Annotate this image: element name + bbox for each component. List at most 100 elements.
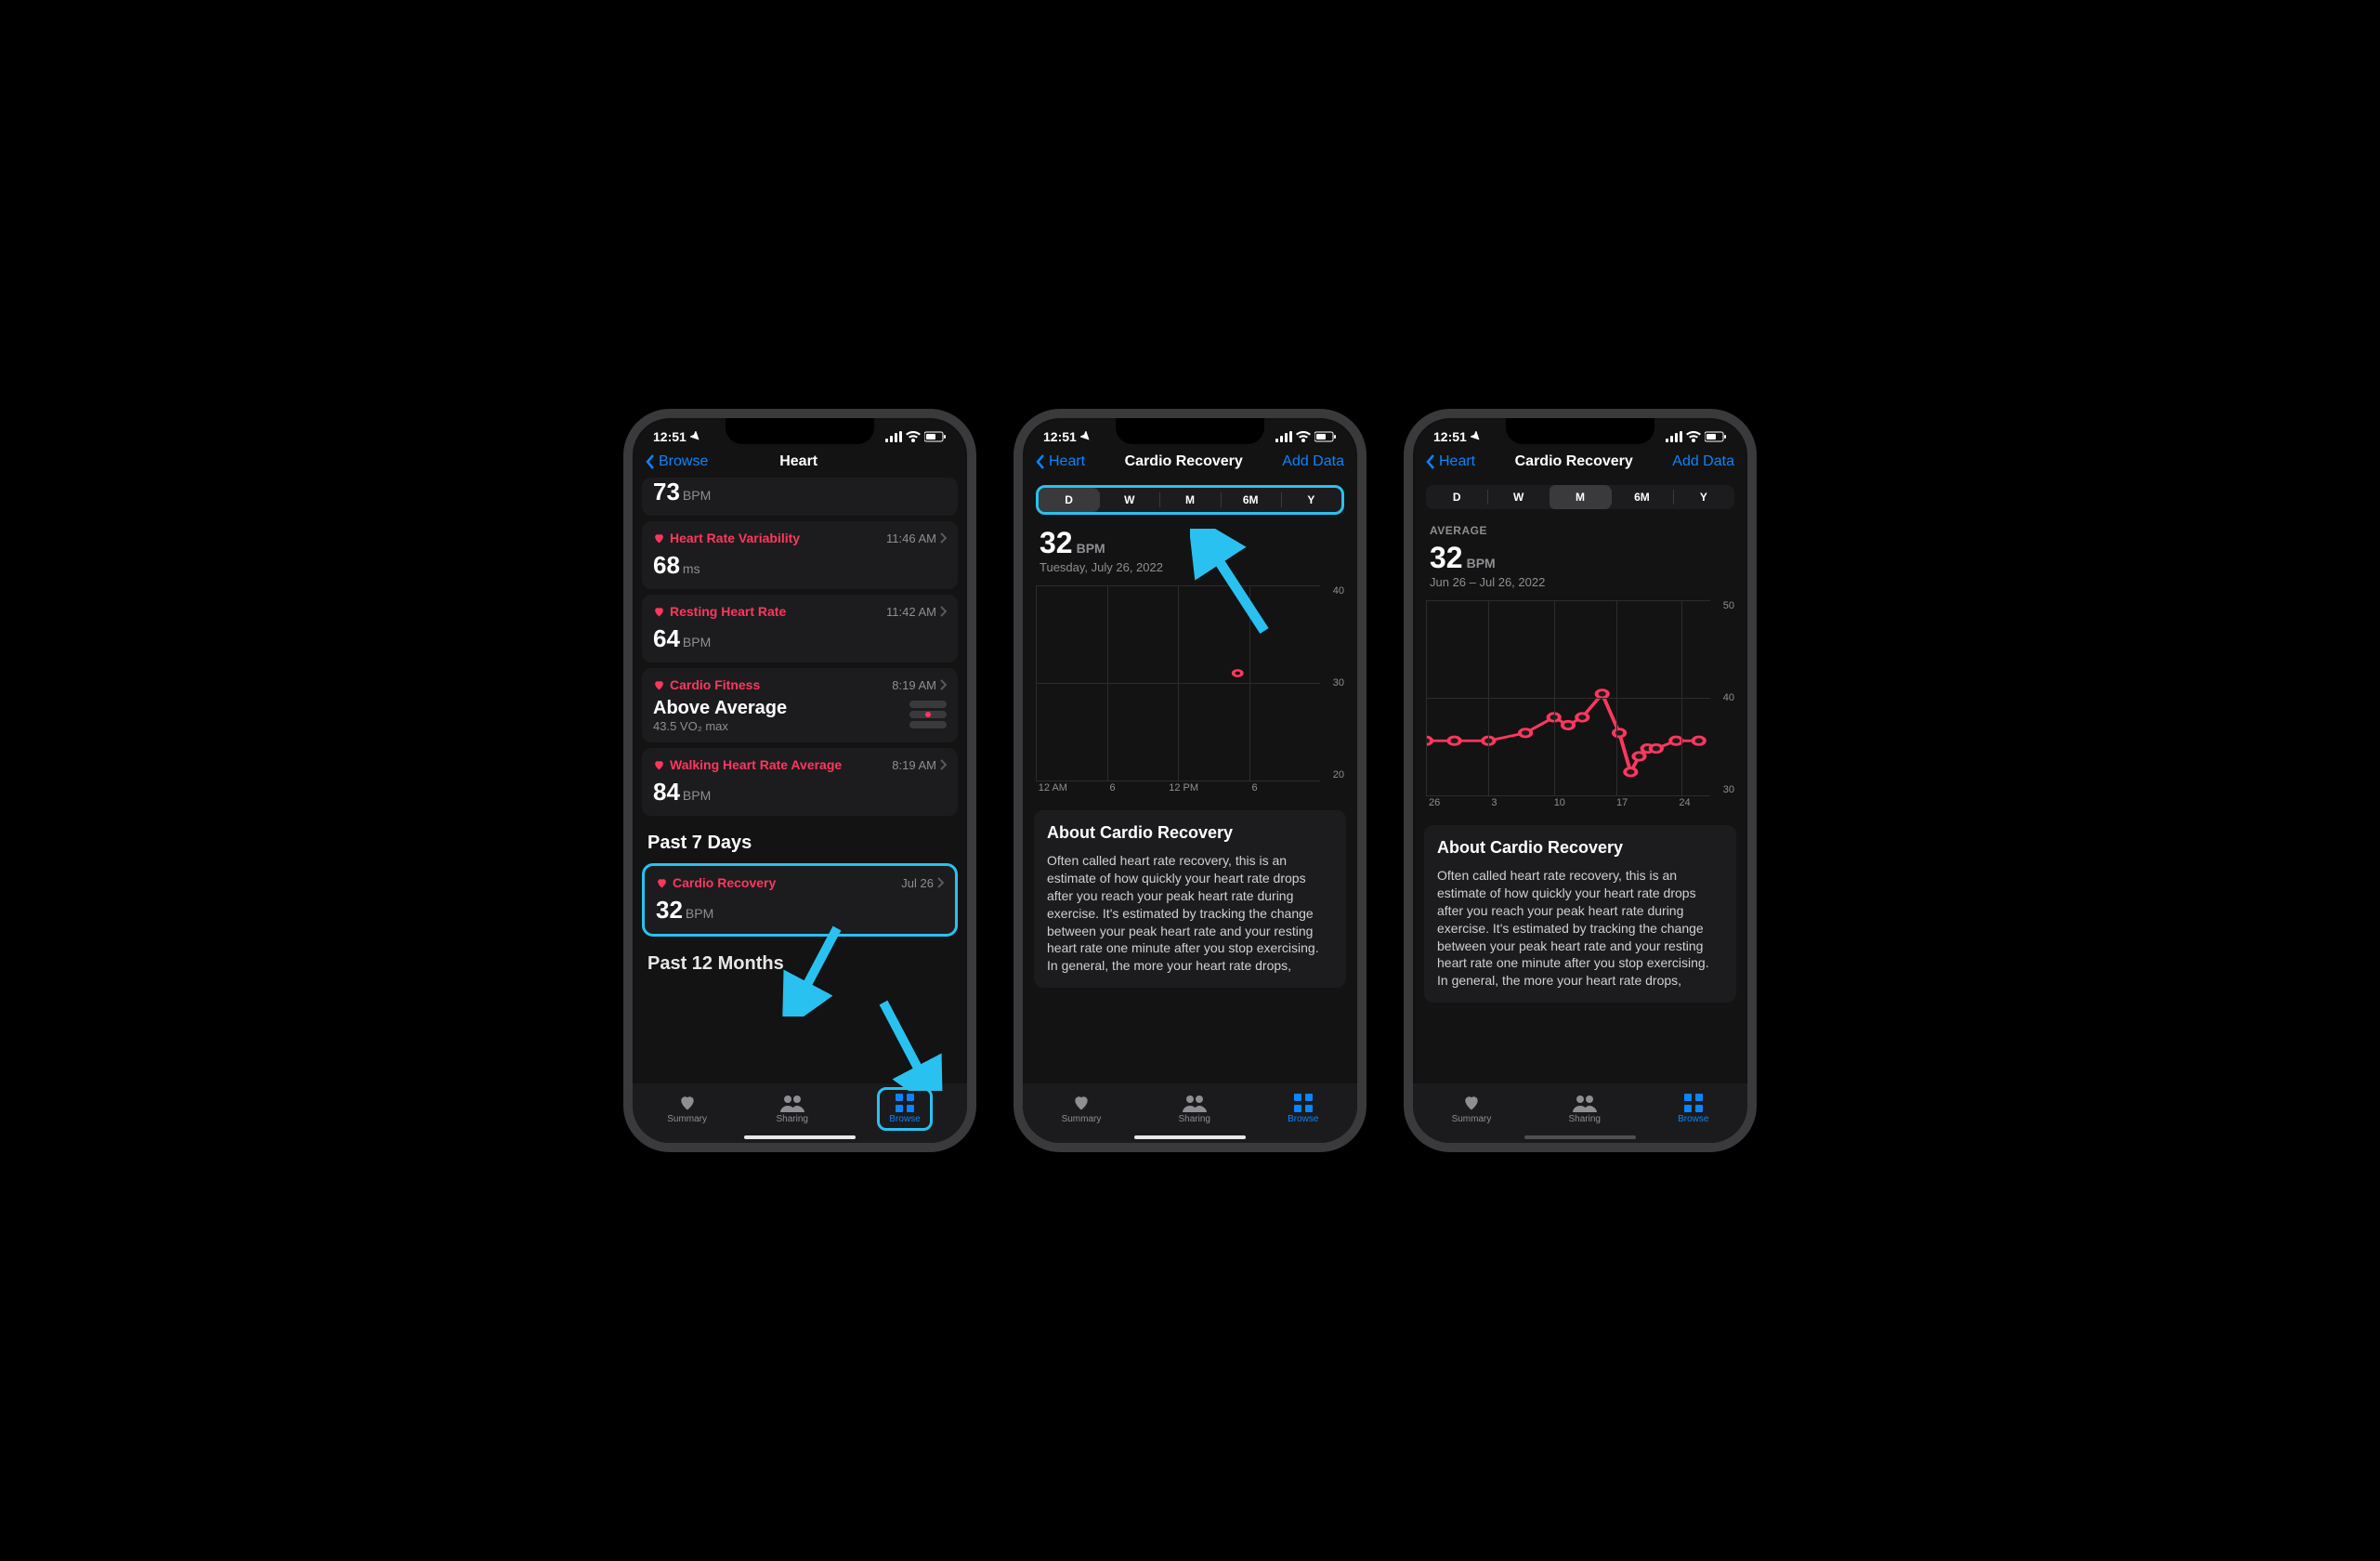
tab-summary[interactable]: Summary bbox=[667, 1094, 707, 1124]
tab-bar: Summary Sharing Browse bbox=[1023, 1083, 1357, 1143]
date-range: Jun 26 – Jul 26, 2022 bbox=[1419, 575, 1742, 597]
tab-bar: Summary Sharing Browse bbox=[633, 1083, 967, 1143]
about-card: About Cardio Recovery Often called heart… bbox=[1424, 825, 1736, 1003]
heart-icon bbox=[653, 606, 665, 618]
tab-bar: Summary Sharing Browse bbox=[1413, 1083, 1747, 1143]
tab-browse[interactable]: Browse bbox=[1678, 1094, 1708, 1124]
annotation-arrow-card bbox=[781, 924, 846, 1017]
segment-month[interactable]: M bbox=[1550, 485, 1611, 509]
page-title: Cardio Recovery bbox=[1125, 453, 1243, 470]
back-button[interactable]: Browse bbox=[646, 453, 708, 470]
grid-icon bbox=[1294, 1094, 1313, 1112]
notch bbox=[726, 418, 874, 444]
phone-cardio-recovery-day: 12:51 Heart Cardio Recovery Add Data D W… bbox=[1013, 409, 1367, 1152]
resting-hr-card[interactable]: Resting Heart Rate 11:42 AM 64BPM bbox=[642, 595, 958, 662]
cardio-fitness-card[interactable]: Cardio Fitness 8:19 AM Above Average 43.… bbox=[642, 668, 958, 742]
page-title: Cardio Recovery bbox=[1515, 453, 1633, 470]
time-range-segment: D W M 6M Y bbox=[1426, 485, 1734, 509]
chevron-right-icon bbox=[940, 532, 947, 544]
tab-summary[interactable]: Summary bbox=[1452, 1094, 1492, 1124]
back-label: Browse bbox=[659, 453, 708, 470]
segment-week[interactable]: W bbox=[1099, 488, 1159, 512]
tab-sharing[interactable]: Sharing bbox=[776, 1094, 807, 1124]
chevron-right-icon bbox=[940, 606, 947, 617]
segment-week[interactable]: W bbox=[1487, 485, 1549, 509]
add-data-button[interactable]: Add Data bbox=[1672, 453, 1734, 470]
segment-6month[interactable]: 6M bbox=[1221, 488, 1281, 512]
about-text: Often called heart rate recovery, this i… bbox=[1437, 867, 1723, 990]
back-button[interactable]: Heart bbox=[1036, 453, 1085, 470]
annotation-arrow-tab bbox=[874, 998, 948, 1091]
y-axis: 504030 bbox=[1712, 600, 1734, 795]
time-range-segment: D W M 6M Y bbox=[1036, 485, 1344, 515]
content-scroll[interactable]: D W M 6M Y AVERAGE 32BPM Jun 26 – Jul 26… bbox=[1413, 478, 1747, 1091]
about-title: About Cardio Recovery bbox=[1047, 823, 1333, 843]
signal-icon bbox=[1275, 431, 1292, 442]
tab-sharing[interactable]: Sharing bbox=[1178, 1094, 1210, 1124]
nav-bar: Heart Cardio Recovery Add Data bbox=[1413, 444, 1747, 478]
wifi-icon bbox=[1296, 431, 1311, 442]
segment-year[interactable]: Y bbox=[1673, 485, 1734, 509]
tab-summary[interactable]: Summary bbox=[1062, 1094, 1102, 1124]
location-icon bbox=[1080, 431, 1092, 442]
nav-bar: Heart Cardio Recovery Add Data bbox=[1023, 444, 1357, 478]
segment-month[interactable]: M bbox=[1159, 488, 1220, 512]
segment-year[interactable]: Y bbox=[1281, 488, 1341, 512]
hrv-card[interactable]: Heart Rate Variability 11:46 AM 68ms bbox=[642, 521, 958, 589]
location-icon bbox=[690, 431, 701, 442]
heart-icon bbox=[653, 679, 665, 691]
location-icon bbox=[1471, 431, 1482, 442]
content-scroll[interactable]: D W M 6M Y 32BPM Tuesday, July 26, 2022 … bbox=[1023, 478, 1357, 1091]
nav-bar: Browse Heart bbox=[633, 444, 967, 478]
home-indicator[interactable] bbox=[744, 1135, 856, 1139]
x-axis: 12 AM 6 12 PM 6 bbox=[1036, 782, 1320, 799]
heart-rate-card-partial[interactable]: 73BPM bbox=[642, 478, 958, 516]
chevron-right-icon bbox=[940, 679, 947, 690]
segment-day[interactable]: D bbox=[1426, 485, 1487, 509]
about-title: About Cardio Recovery bbox=[1437, 838, 1723, 858]
x-axis: 26 3 10 17 24 bbox=[1426, 797, 1710, 814]
notch bbox=[1116, 418, 1264, 444]
battery-icon bbox=[924, 431, 947, 442]
grid-icon bbox=[896, 1094, 914, 1112]
month-chart[interactable]: 504030 26 3 10 17 24 bbox=[1426, 600, 1734, 814]
heart-icon bbox=[653, 532, 665, 544]
page-title: Heart bbox=[779, 453, 817, 470]
status-indicators bbox=[1666, 431, 1727, 442]
content-scroll[interactable]: 73BPM Heart Rate Variability 11:46 AM 68… bbox=[633, 478, 967, 1091]
phone-heart-browse: 12:51 Browse Heart 73BPM Heart Rate Vari… bbox=[623, 409, 976, 1152]
back-button[interactable]: Heart bbox=[1426, 453, 1475, 470]
heart-icon bbox=[656, 877, 668, 889]
tab-browse[interactable]: Browse bbox=[1288, 1094, 1318, 1124]
tab-sharing[interactable]: Sharing bbox=[1568, 1094, 1600, 1124]
status-time: 12:51 bbox=[653, 429, 687, 444]
add-data-button[interactable]: Add Data bbox=[1282, 453, 1344, 470]
signal-icon bbox=[885, 431, 902, 442]
about-text: Often called heart rate recovery, this i… bbox=[1047, 852, 1333, 975]
heart-icon bbox=[1461, 1094, 1482, 1112]
segment-6month[interactable]: 6M bbox=[1611, 485, 1672, 509]
wifi-icon bbox=[906, 431, 921, 442]
segment-day[interactable]: D bbox=[1039, 488, 1099, 512]
summary-value: 32BPM bbox=[1419, 537, 1742, 575]
vo2max-sub: 43.5 VO₂ max bbox=[653, 719, 787, 733]
grid-icon bbox=[1684, 1094, 1703, 1112]
heart-icon bbox=[677, 1094, 698, 1112]
walking-hr-card[interactable]: Walking Heart Rate Average 8:19 AM 84BPM bbox=[642, 748, 958, 816]
heart-icon bbox=[653, 759, 665, 771]
notch bbox=[1506, 418, 1654, 444]
y-axis: 403020 bbox=[1322, 585, 1344, 780]
signal-icon bbox=[1666, 431, 1682, 442]
status-indicators bbox=[885, 431, 947, 442]
home-indicator[interactable] bbox=[1134, 1135, 1246, 1139]
people-icon bbox=[780, 1094, 804, 1112]
tab-browse[interactable]: Browse bbox=[877, 1087, 932, 1131]
heart-icon bbox=[1071, 1094, 1092, 1112]
status-time: 12:51 bbox=[1043, 429, 1077, 444]
annotation-arrow-segment bbox=[1190, 529, 1274, 640]
section-past-7-days: Past 7 Days bbox=[638, 821, 961, 858]
wifi-icon bbox=[1686, 431, 1701, 442]
average-label: AVERAGE bbox=[1419, 517, 1742, 537]
fitness-level-icon bbox=[909, 698, 947, 731]
home-indicator[interactable] bbox=[1524, 1135, 1636, 1139]
